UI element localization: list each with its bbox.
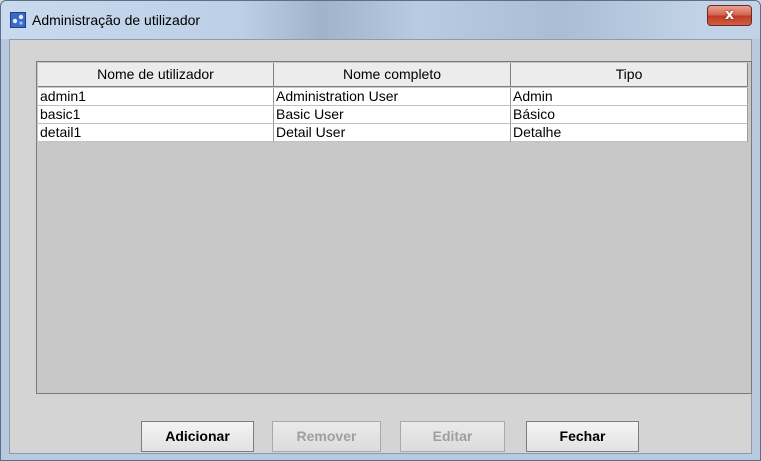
- users-table[interactable]: Nome de utilizador Nome completo Tipo ad…: [36, 61, 752, 394]
- column-header-username[interactable]: Nome de utilizador: [38, 63, 274, 87]
- cell-fullname[interactable]: Basic User: [274, 106, 511, 124]
- window-title: Administração de utilizador: [32, 12, 201, 28]
- cell-username[interactable]: detail1: [38, 124, 274, 142]
- java-window-icon: [10, 12, 26, 28]
- cell-fullname[interactable]: Detail User: [274, 124, 511, 142]
- user-admin-window: Administração de utilizador x Nome de ut…: [0, 0, 761, 461]
- table-row[interactable]: admin1 Administration User Admin: [38, 88, 748, 106]
- table-header: Nome de utilizador Nome completo Tipo: [38, 63, 748, 87]
- cell-username[interactable]: basic1: [38, 106, 274, 124]
- close-button[interactable]: Fechar: [526, 421, 639, 452]
- table-body: admin1 Administration User Admin basic1 …: [38, 88, 748, 142]
- add-button[interactable]: Adicionar: [141, 421, 254, 452]
- title-bar[interactable]: Administração de utilizador x: [1, 1, 760, 39]
- cell-fullname[interactable]: Administration User: [274, 88, 511, 106]
- table-row[interactable]: detail1 Detail User Detalhe: [38, 124, 748, 142]
- remove-button[interactable]: Remover: [272, 421, 381, 452]
- close-icon: x: [724, 7, 735, 23]
- cell-type[interactable]: Detalhe: [511, 124, 748, 142]
- column-header-fullname[interactable]: Nome completo: [274, 63, 511, 87]
- cell-username[interactable]: admin1: [38, 88, 274, 106]
- edit-button[interactable]: Editar: [400, 421, 505, 452]
- dialog-content: Nome de utilizador Nome completo Tipo ad…: [9, 39, 752, 454]
- column-header-type[interactable]: Tipo: [511, 63, 748, 87]
- table-row[interactable]: basic1 Basic User Básico: [38, 106, 748, 124]
- cell-type[interactable]: Admin: [511, 88, 748, 106]
- cell-type[interactable]: Básico: [511, 106, 748, 124]
- window-close-button[interactable]: x: [707, 5, 752, 26]
